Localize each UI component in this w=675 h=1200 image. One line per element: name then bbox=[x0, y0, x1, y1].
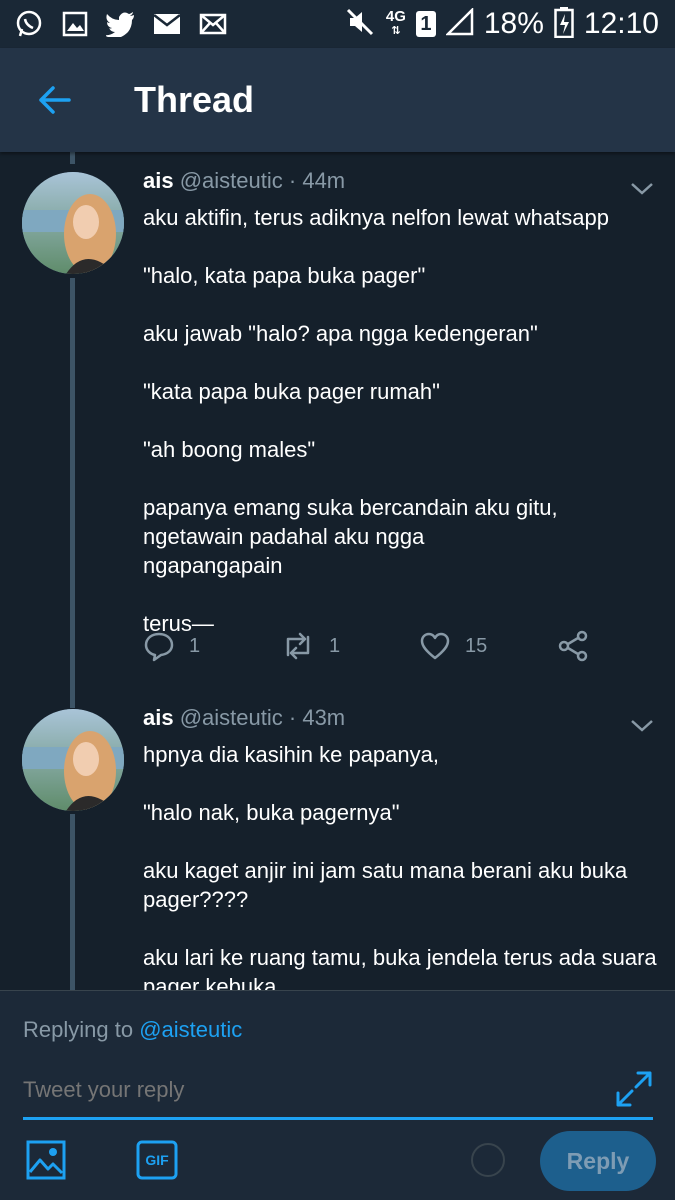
reply-action[interactable]: 1 bbox=[143, 628, 200, 664]
signal-icon bbox=[444, 6, 474, 41]
share-action[interactable] bbox=[557, 628, 589, 664]
twitter-icon bbox=[104, 9, 138, 39]
tweet-paragraph: "halo nak, buka pagernya" bbox=[143, 800, 400, 825]
page-title: Thread bbox=[134, 79, 255, 120]
tweet-paragraph: aku lari ke ruang tamu, buka jendela ter… bbox=[143, 945, 657, 990]
gallery-icon bbox=[58, 9, 92, 39]
gif-label: GIF bbox=[145, 1152, 169, 1168]
tweet-paragraph: aku jawab "halo? apa ngga kedengeran" bbox=[143, 321, 538, 346]
status-bar: 4G ⇅ 1 18% 12:10 bbox=[0, 0, 675, 48]
battery-icon bbox=[554, 6, 574, 43]
replying-prefix: Replying to bbox=[23, 1017, 134, 1042]
replying-mention[interactable]: @aisteutic bbox=[139, 1017, 242, 1042]
chevron-down-icon[interactable] bbox=[628, 178, 656, 198]
tweet-paragraph: aku aktifin, terus adiknya nelfon lewat … bbox=[143, 205, 609, 230]
tweet-text: hpnya dia kasihin ke papanya, "halo nak,… bbox=[143, 740, 658, 990]
like-action[interactable]: 15 bbox=[419, 628, 487, 664]
tweet-actions: 1 1 15 bbox=[143, 628, 613, 664]
tweet-header: ais @aisteutic · 44m bbox=[143, 168, 345, 194]
tweet[interactable]: ais @aisteutic · 43m hpnya dia kasihin k… bbox=[0, 690, 675, 990]
network-type: 4G ⇅ bbox=[385, 8, 406, 37]
tweet-time: · 44m bbox=[288, 168, 346, 193]
user-handle[interactable]: @aisteutic bbox=[180, 168, 283, 193]
share-icon bbox=[558, 630, 588, 662]
comment-icon bbox=[144, 632, 174, 662]
thread-list[interactable]: ais @aisteutic · 44m aku aktifin, terus … bbox=[0, 152, 675, 990]
tweet-paragraph: papanya emang suka bercandain aku gitu, … bbox=[143, 495, 558, 578]
tweet-paragraph: "halo, kata papa buka pager" bbox=[143, 263, 426, 288]
avatar[interactable] bbox=[22, 709, 124, 811]
sim-badge: 1 bbox=[415, 11, 436, 37]
mail-icon bbox=[196, 9, 230, 39]
back-arrow-icon bbox=[39, 86, 71, 114]
input-underline bbox=[23, 1117, 653, 1120]
avatar[interactable] bbox=[22, 172, 124, 274]
expand-icon[interactable] bbox=[614, 1069, 654, 1109]
clock: 12:10 bbox=[583, 7, 659, 40]
battery-percent: 18% bbox=[483, 7, 544, 40]
retweet-count: 1 bbox=[329, 634, 341, 657]
character-counter bbox=[471, 1143, 505, 1177]
tweet-time: · 43m bbox=[288, 705, 346, 730]
chevron-down-icon[interactable] bbox=[628, 715, 656, 735]
back-button[interactable] bbox=[22, 68, 86, 132]
reply-count: 1 bbox=[189, 634, 201, 657]
display-name[interactable]: ais bbox=[143, 168, 174, 193]
tweet[interactable]: ais @aisteutic · 44m aku aktifin, terus … bbox=[0, 152, 675, 692]
reply-button[interactable]: Reply bbox=[540, 1131, 656, 1191]
retweet-action[interactable]: 1 bbox=[281, 628, 340, 664]
email-icon bbox=[150, 9, 184, 39]
retweet-icon bbox=[286, 632, 310, 660]
thread-header: Thread bbox=[0, 48, 675, 152]
tweet-paragraph: "ah boong males" bbox=[143, 437, 316, 462]
image-icon bbox=[26, 1140, 66, 1180]
tweet-text: aku aktifin, terus adiknya nelfon lewat … bbox=[143, 203, 658, 638]
mute-icon bbox=[346, 8, 376, 41]
display-name[interactable]: ais bbox=[143, 705, 174, 730]
tweet-paragraph: "kata papa buka pager rumah" bbox=[143, 379, 440, 404]
heart-icon bbox=[420, 632, 450, 660]
add-gif-button[interactable]: GIF bbox=[136, 1140, 178, 1185]
whatsapp-icon bbox=[12, 9, 46, 39]
tweet-header: ais @aisteutic · 43m bbox=[143, 705, 345, 731]
add-image-button[interactable] bbox=[26, 1140, 66, 1185]
user-handle[interactable]: @aisteutic bbox=[180, 705, 283, 730]
replying-to: Replying to @aisteutic bbox=[23, 1017, 242, 1043]
reply-input[interactable] bbox=[23, 1075, 583, 1105]
tweet-paragraph: aku kaget anjir ini jam satu mana berani… bbox=[143, 858, 628, 912]
like-count: 15 bbox=[465, 634, 488, 657]
tweet-paragraph: hpnya dia kasihin ke papanya, bbox=[143, 742, 439, 767]
